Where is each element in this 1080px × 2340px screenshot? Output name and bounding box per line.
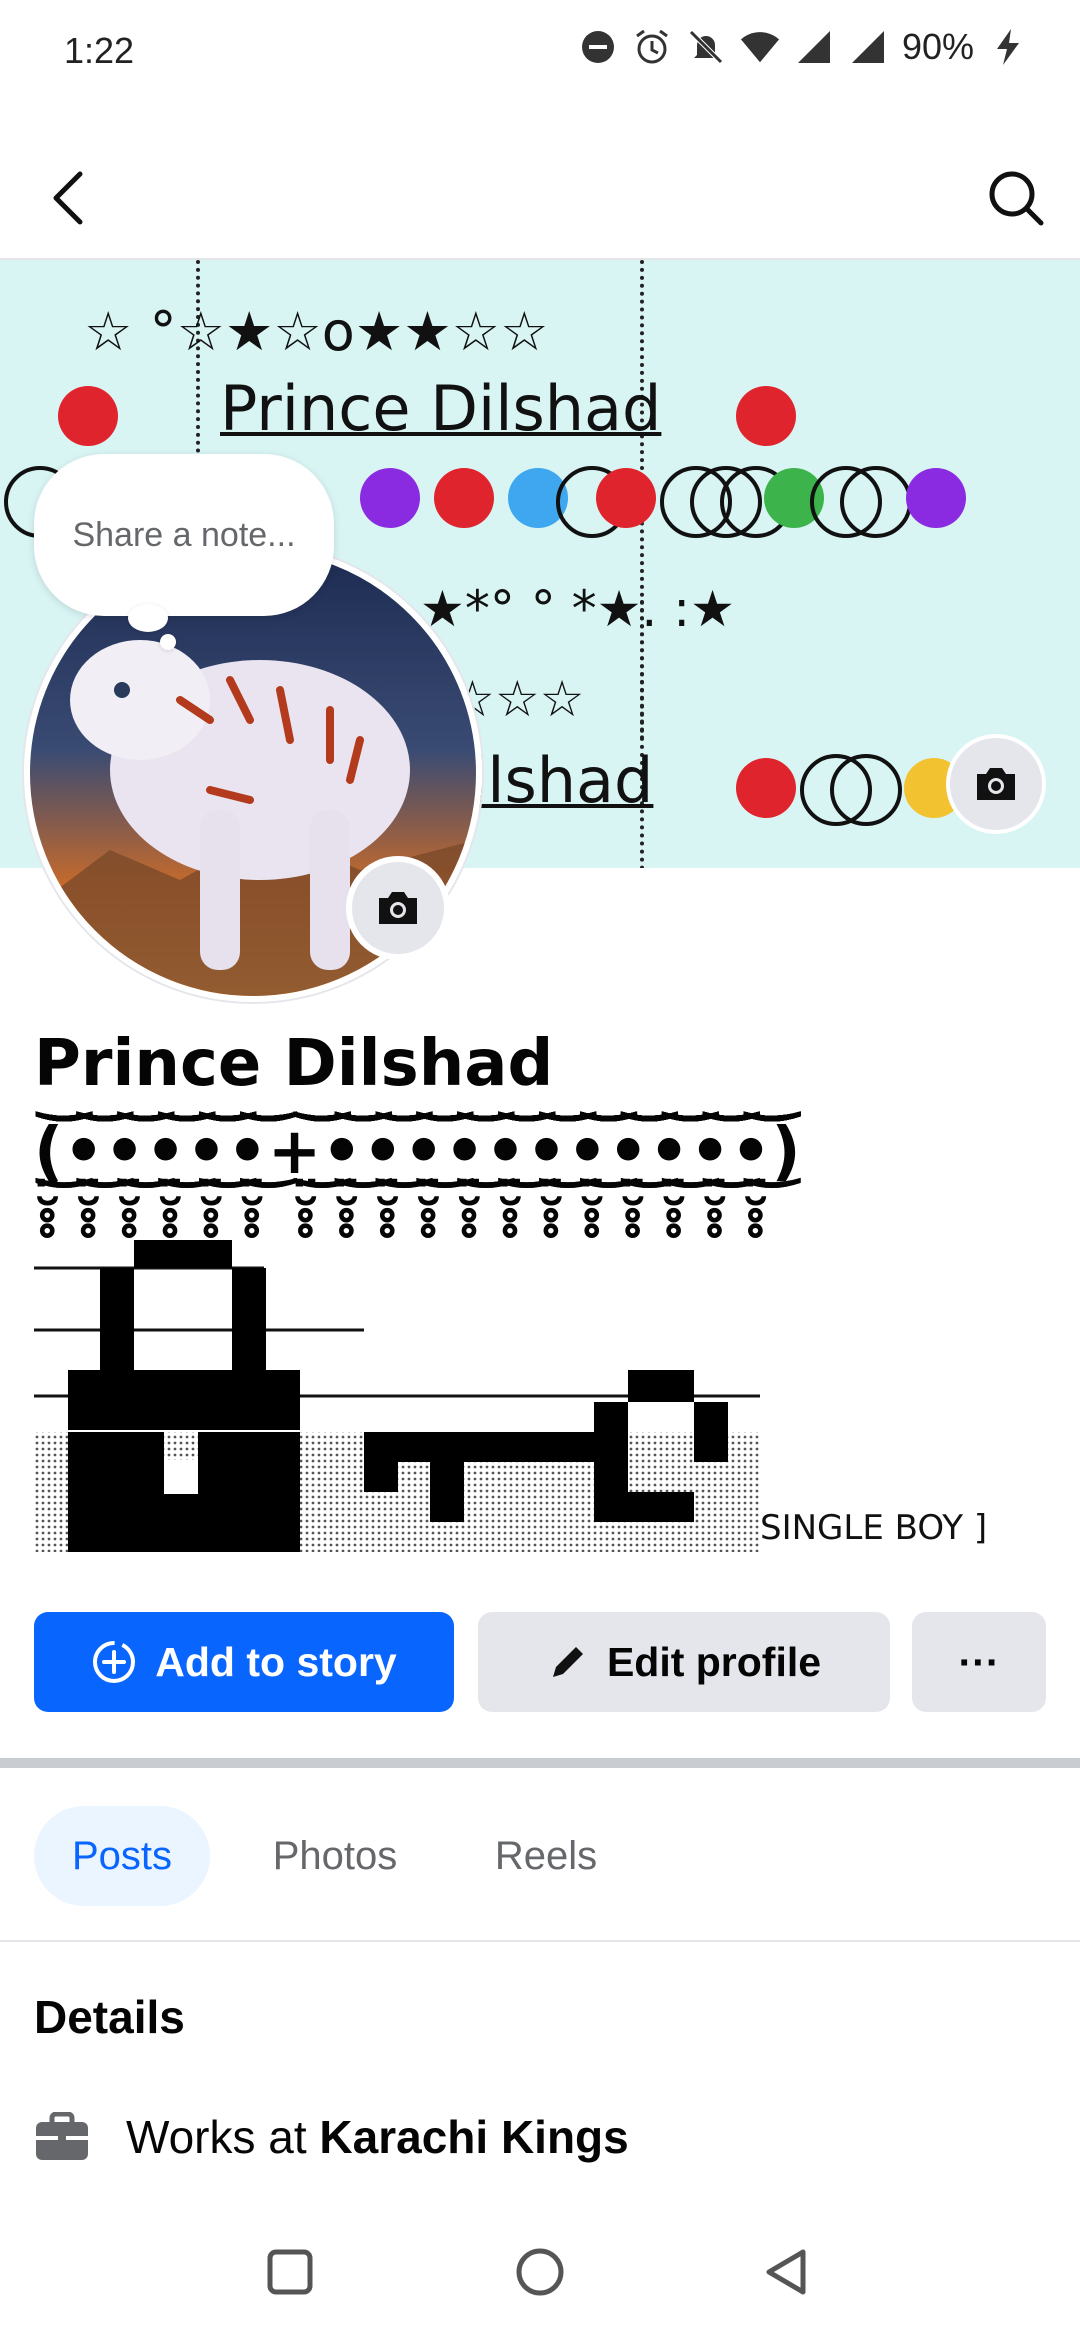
heart-icon <box>596 468 656 528</box>
bio-decorative-art <box>34 1236 774 1556</box>
search-icon <box>989 171 1044 226</box>
camera-icon <box>977 768 1015 800</box>
home-button[interactable] <box>500 2232 580 2312</box>
bio-text: SINGLE BOY ] <box>760 1508 988 1548</box>
add-to-story-button[interactable]: Add to story <box>34 1612 454 1712</box>
work-detail-row[interactable]: Works at Karachi Kings <box>34 2110 629 2164</box>
cover-name-text: Prince Dilshad <box>220 372 662 445</box>
purple-heart-icon <box>360 468 420 528</box>
work-employer: Karachi Kings <box>319 2111 629 2163</box>
tab-photos[interactable]: Photos <box>246 1806 424 1906</box>
chevron-left-icon <box>53 171 83 225</box>
do-not-disturb-icon <box>578 27 618 67</box>
signal-icon <box>848 27 888 67</box>
square-icon <box>267 2249 313 2295</box>
cover-decoration-line <box>640 600 650 868</box>
heart-icon <box>58 386 118 446</box>
more-options-button[interactable]: ··· <box>912 1612 1046 1712</box>
cover-camera-button[interactable] <box>950 738 1042 830</box>
heart-icon <box>736 758 796 818</box>
share-note-placeholder: Share a note... <box>72 515 296 554</box>
alarm-icon <box>632 27 672 67</box>
cover-stars-row: ☆ °☆★☆o★★☆☆ <box>84 300 549 363</box>
note-bubble-tail <box>128 604 168 632</box>
battery-percentage: 90% <box>901 26 974 67</box>
battery-charging-icon <box>988 27 1028 67</box>
silent-icon <box>686 27 726 67</box>
circle-icon <box>516 2248 564 2296</box>
work-prefix: Works at <box>126 2111 320 2163</box>
profile-name: Prince Dilshad (̤̮̥̥͜͜͝͝͝͝͝͝͝͝•̤̮̥̥͜͜͝͝͝… <box>34 1027 801 1189</box>
add-to-story-label: Add to story <box>155 1638 397 1685</box>
signal-icon <box>794 27 834 67</box>
tabs-divider <box>0 1940 1080 1942</box>
cover-name-text: ilshad <box>470 744 654 817</box>
wifi-icon <box>740 27 780 67</box>
ring-icon <box>840 466 912 538</box>
status-time: 1:22 <box>64 30 135 71</box>
heart-icon <box>434 468 494 528</box>
status-bar: 1:22 90% <box>0 0 1080 100</box>
profile-camera-button[interactable] <box>352 862 444 954</box>
note-bubble-tail <box>160 634 176 650</box>
plus-circle-icon <box>93 1641 136 1683</box>
back-button[interactable] <box>40 160 96 236</box>
status-icons: 90% <box>578 26 1028 68</box>
edit-profile-button[interactable]: Edit profile <box>478 1612 890 1712</box>
pencil-icon <box>552 1647 583 1677</box>
work-detail-text: Works at Karachi Kings <box>126 2110 629 2164</box>
tab-posts[interactable]: Posts <box>34 1806 210 1906</box>
purple-heart-icon <box>906 468 966 528</box>
recents-button[interactable] <box>250 2232 330 2312</box>
ring-icon <box>830 754 902 826</box>
triangle-back-icon <box>766 2249 806 2295</box>
details-heading: Details <box>34 1991 185 2043</box>
section-divider <box>0 1758 1080 1768</box>
tab-reels[interactable]: Reels <box>470 1806 622 1906</box>
cover-stars-row: ★*° ° *★. :★ <box>420 580 735 638</box>
more-options-icon: ··· <box>958 1638 1000 1685</box>
heart-icon <box>736 386 796 446</box>
system-back-button[interactable] <box>746 2232 826 2312</box>
briefcase-icon <box>36 2112 88 2160</box>
share-note-bubble[interactable]: Share a note... <box>34 454 334 616</box>
edit-profile-label: Edit profile <box>606 1638 822 1685</box>
search-button[interactable] <box>976 160 1056 236</box>
camera-icon <box>379 892 417 924</box>
